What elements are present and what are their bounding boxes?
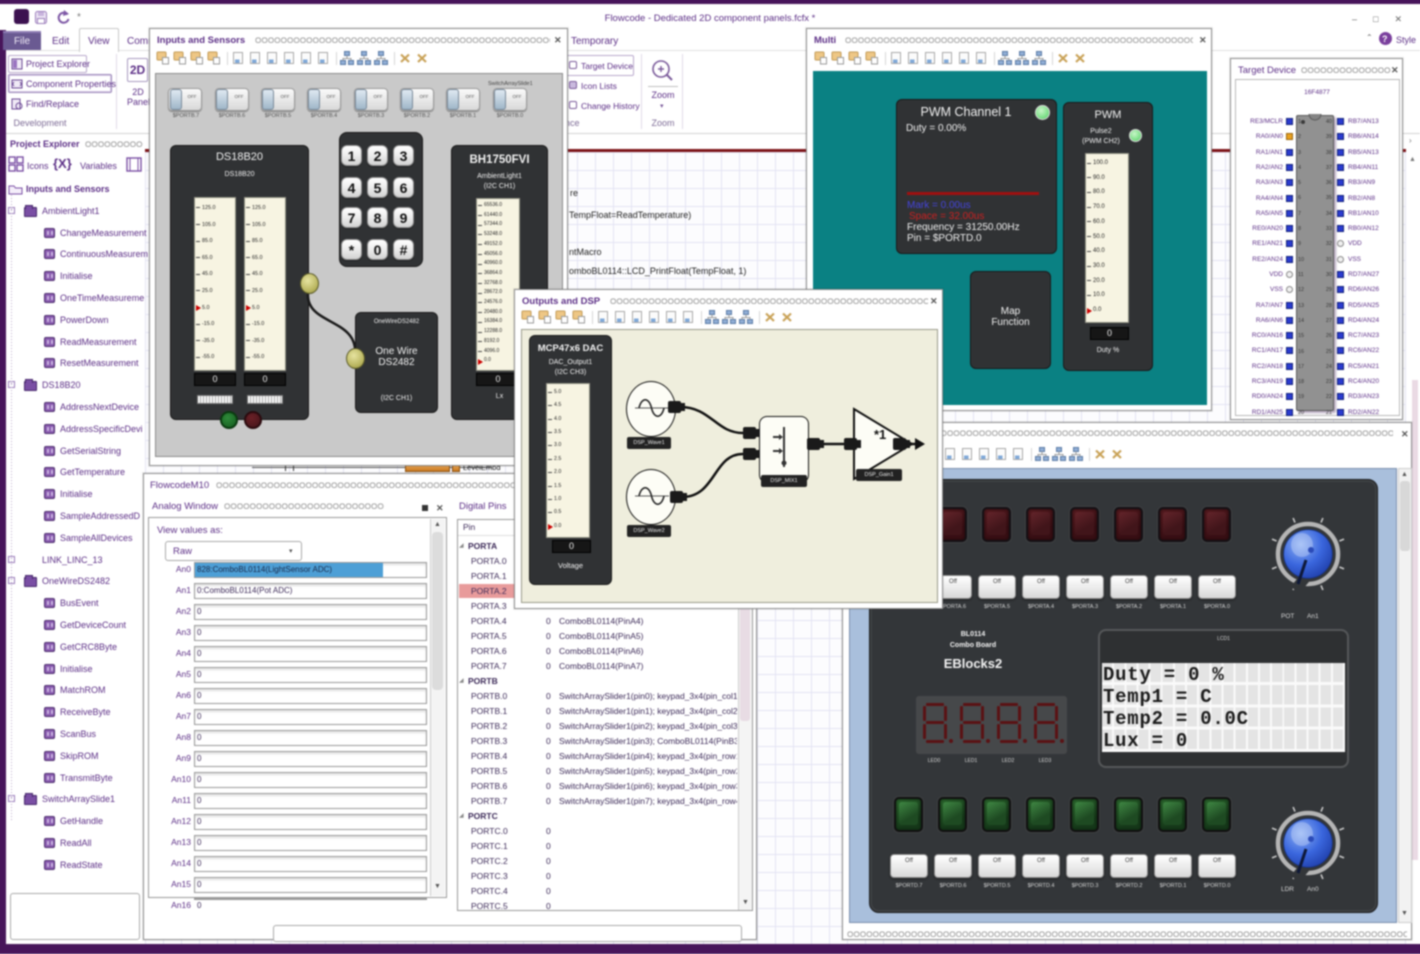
svg-text:*1: *1: [874, 427, 886, 442]
